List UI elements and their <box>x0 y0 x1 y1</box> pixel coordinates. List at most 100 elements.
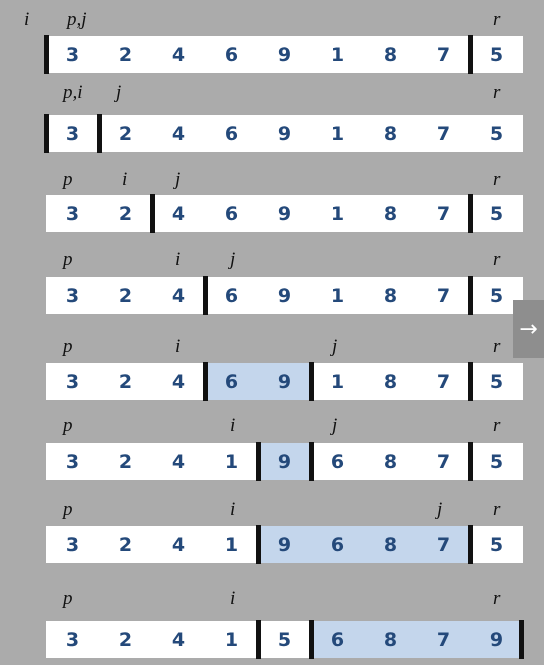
cell-value: 9 <box>277 122 292 145</box>
array-cell: 8 <box>364 363 417 400</box>
top-i-label: i <box>24 9 30 30</box>
cell-value: 8 <box>383 122 398 145</box>
cell-value: 1 <box>224 628 239 651</box>
array-cell: 8 <box>364 277 417 314</box>
array-cell: 4 <box>152 195 205 232</box>
right-arrow-icon: → <box>519 316 538 342</box>
row-7-i-label: i <box>230 499 236 520</box>
cell-value: 4 <box>171 370 186 393</box>
array-cell: 6 <box>311 526 364 563</box>
cell-value: 1 <box>330 43 345 66</box>
cell-value: 3 <box>65 284 80 307</box>
array-cell: 8 <box>364 36 417 73</box>
cell-value: 9 <box>277 202 292 225</box>
cell-value: 9 <box>489 628 504 651</box>
array-cell: 3 <box>46 443 99 480</box>
array-cell: 5 <box>258 621 311 658</box>
row-3-p-label: p <box>63 169 73 190</box>
array-row-2: 3 2 4 6 9 1 8 7 5 <box>44 114 523 153</box>
cell-value: 1 <box>224 533 239 556</box>
array-cell: 2 <box>99 195 152 232</box>
row-1-p-label: p,j <box>67 9 87 30</box>
array-cell: 9 <box>258 443 311 480</box>
cell-value: 5 <box>277 628 292 651</box>
row-4-j-label: j <box>230 249 236 270</box>
array-cell: 3 <box>46 363 99 400</box>
array-cell: 6 <box>205 195 258 232</box>
array-cell: 1 <box>311 363 364 400</box>
row-1-r-label: r <box>493 9 501 30</box>
array-cell: 7 <box>417 277 470 314</box>
partition-divider <box>468 194 473 233</box>
cell-value: 7 <box>436 122 451 145</box>
array-row-3: 3 2 4 6 9 1 8 7 5 <box>46 194 523 233</box>
cell-value: 2 <box>118 284 133 307</box>
array-cell: 2 <box>99 363 152 400</box>
cell-value: 1 <box>330 370 345 393</box>
array-cell: 3 <box>46 195 99 232</box>
cell-value: 5 <box>489 122 504 145</box>
array-cell: 2 <box>99 277 152 314</box>
next-button[interactable]: → <box>513 300 544 358</box>
array-cell: 6 <box>205 115 258 152</box>
partition-divider <box>256 620 261 659</box>
array-cell: 6 <box>205 363 258 400</box>
cell-value: 3 <box>65 122 80 145</box>
cell-value: 3 <box>65 202 80 225</box>
row-7-p-label: p <box>63 499 73 520</box>
row-2-r-label: r <box>493 82 501 103</box>
array-row-4: 3 2 4 6 9 1 8 7 5 <box>46 276 523 315</box>
array-cell: 2 <box>99 443 152 480</box>
cell-value: 4 <box>171 284 186 307</box>
cell-value: 9 <box>277 43 292 66</box>
cell-value: 3 <box>65 43 80 66</box>
cell-value: 8 <box>383 202 398 225</box>
partition-divider <box>309 362 314 401</box>
cell-value: 5 <box>489 533 504 556</box>
cell-value: 9 <box>277 533 292 556</box>
array-row-7: 3 2 4 1 9 6 8 7 5 <box>46 525 523 564</box>
array-cell: 7 <box>417 36 470 73</box>
array-cell: 1 <box>311 277 364 314</box>
array-cell: 4 <box>152 36 205 73</box>
array-cell: 1 <box>311 36 364 73</box>
cell-value: 2 <box>118 450 133 473</box>
row-5-j-label: j <box>332 336 338 357</box>
array-cell: 9 <box>470 621 523 658</box>
array-cell: 6 <box>205 36 258 73</box>
row-8-i-label: i <box>230 588 236 609</box>
array-cell: 8 <box>364 195 417 232</box>
row-2-j-label: j <box>116 82 122 103</box>
array-cell: 8 <box>364 526 417 563</box>
cell-value: 5 <box>489 202 504 225</box>
row-5-p-label: p <box>63 336 73 357</box>
row-4-i-label: i <box>175 249 181 270</box>
cell-value: 8 <box>383 533 398 556</box>
array-cell: 5 <box>470 36 523 73</box>
cell-value: 2 <box>118 202 133 225</box>
array-cell: 3 <box>46 36 99 73</box>
cell-value: 4 <box>171 628 186 651</box>
array-cell: 8 <box>364 621 417 658</box>
array-cell: 9 <box>258 115 311 152</box>
cell-value: 9 <box>277 284 292 307</box>
array-cell: 6 <box>311 443 364 480</box>
cell-value: 6 <box>224 370 239 393</box>
cell-value: 6 <box>330 450 345 473</box>
row-5-r-label: r <box>493 336 501 357</box>
cell-value: 6 <box>224 202 239 225</box>
cell-value: 2 <box>118 533 133 556</box>
array-cell: 6 <box>205 277 258 314</box>
array-cell: 3 <box>46 277 99 314</box>
cell-value: 7 <box>436 202 451 225</box>
row-6-i-label: i <box>230 415 236 436</box>
array-cell: 4 <box>152 277 205 314</box>
array-cell: 7 <box>417 526 470 563</box>
array-cell: 2 <box>99 621 152 658</box>
cell-value: 7 <box>436 533 451 556</box>
row-7-r-label: r <box>493 499 501 520</box>
cell-value: 6 <box>330 533 345 556</box>
partition-divider <box>203 362 208 401</box>
array-cell: 4 <box>152 115 205 152</box>
partition-divider <box>203 276 208 315</box>
